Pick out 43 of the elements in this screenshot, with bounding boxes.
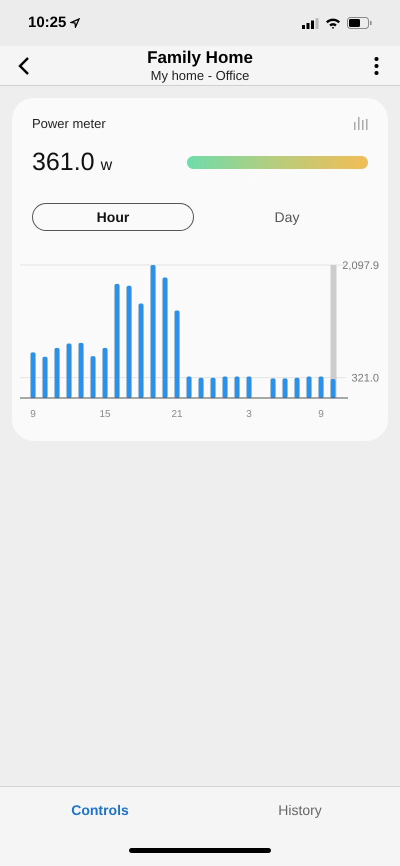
chart-bar bbox=[270, 378, 276, 398]
chart-bar bbox=[306, 376, 312, 398]
chart-bar bbox=[318, 376, 324, 398]
power-reading: 361.0 bbox=[32, 146, 95, 178]
period-tab[interactable]: Hour bbox=[32, 203, 194, 231]
back-icon bbox=[18, 56, 30, 76]
status-time: 10:25 bbox=[28, 12, 66, 33]
wifi-icon bbox=[325, 17, 341, 29]
chart-bar bbox=[42, 356, 48, 398]
axis-label: 2,097.9 bbox=[342, 260, 379, 272]
axis-label: 9 bbox=[318, 409, 324, 420]
power-unit: w bbox=[100, 156, 112, 176]
header-title: Family Home bbox=[147, 46, 253, 68]
chart-bar bbox=[78, 342, 84, 398]
chart-bar bbox=[282, 378, 288, 398]
axis-label: 3 bbox=[246, 409, 252, 420]
axis-label: 321.0 bbox=[351, 372, 379, 385]
axis-label: 21 bbox=[171, 409, 183, 420]
more-icon bbox=[374, 56, 378, 76]
chart-bar bbox=[90, 356, 96, 398]
chart-bar bbox=[102, 348, 108, 398]
axis-label: 15 bbox=[99, 409, 111, 420]
card-title: Power meter bbox=[32, 115, 106, 133]
chart-bar bbox=[54, 348, 60, 398]
bottom-tab[interactable]: Controls bbox=[0, 787, 200, 834]
chart-bar bbox=[294, 378, 300, 398]
bottom-tab[interactable]: History bbox=[200, 787, 400, 834]
chart-bar bbox=[246, 376, 252, 398]
chart-icon bbox=[354, 117, 368, 130]
signal-icon bbox=[302, 18, 319, 28]
axis-label: 9 bbox=[30, 409, 36, 420]
chart-bar bbox=[30, 352, 36, 398]
location-icon bbox=[70, 18, 80, 28]
chart-bar bbox=[222, 376, 228, 398]
chart-bar bbox=[186, 376, 192, 398]
period-tab[interactable]: Day bbox=[206, 203, 368, 231]
chart-bar bbox=[198, 378, 204, 398]
chart-bar bbox=[210, 378, 216, 398]
chart-bar bbox=[66, 343, 72, 398]
header-subtitle: My home - Office bbox=[150, 68, 250, 84]
chart-bar bbox=[234, 376, 240, 398]
battery-icon bbox=[347, 17, 372, 29]
chart-bar bbox=[330, 378, 336, 398]
